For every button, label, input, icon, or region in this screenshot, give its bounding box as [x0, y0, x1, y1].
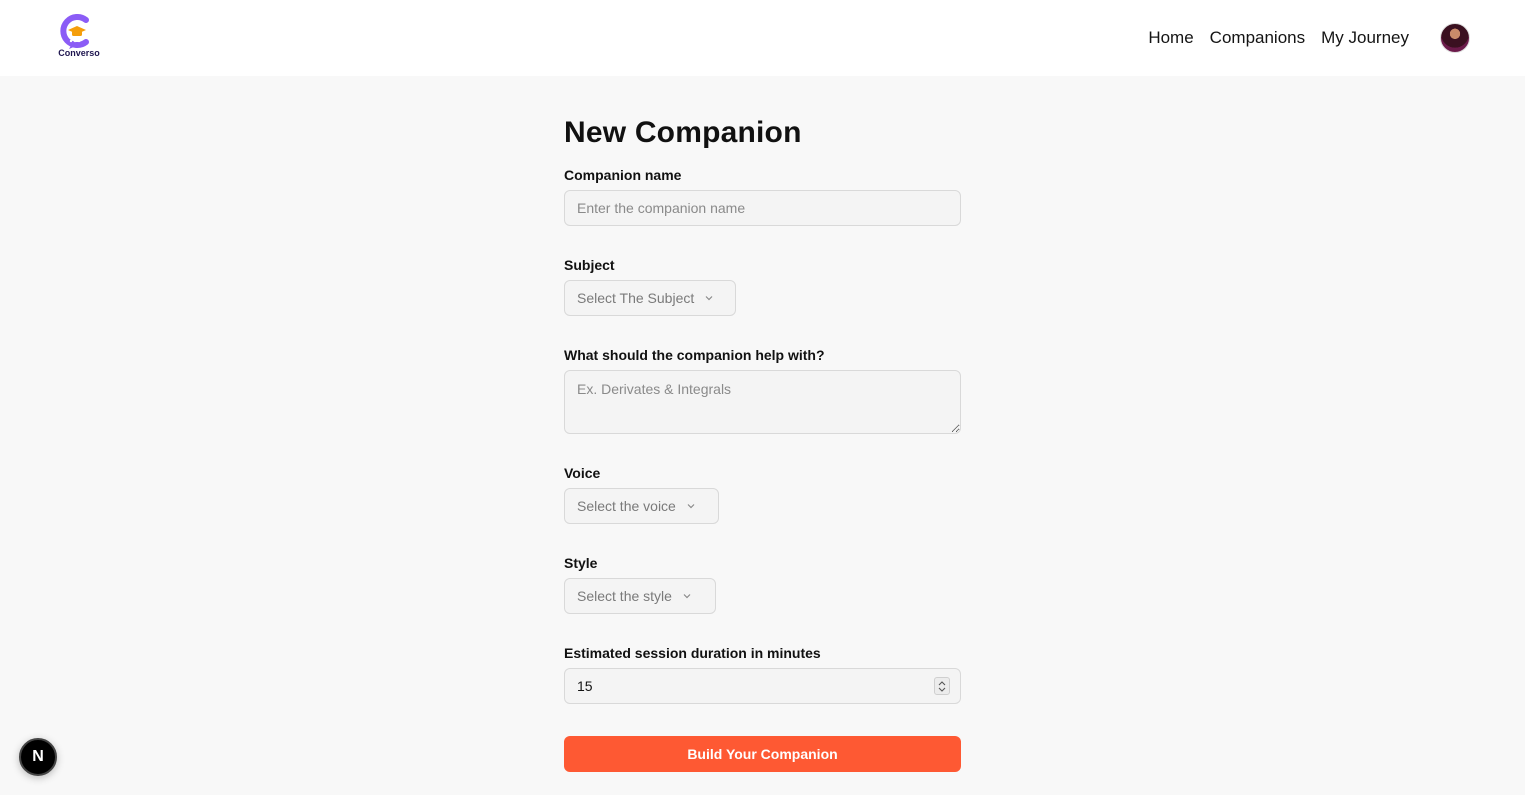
chevron-down-icon[interactable] — [938, 687, 946, 692]
topic-textarea[interactable] — [564, 370, 961, 434]
nav-companions[interactable]: Companions — [1210, 28, 1305, 48]
nav-home[interactable]: Home — [1148, 28, 1193, 48]
new-companion-form: New Companion Companion name Subject Sel… — [564, 112, 961, 772]
companion-name-label: Companion name — [564, 167, 682, 183]
user-avatar[interactable] — [1440, 23, 1470, 53]
voice-select[interactable]: Select the voice — [564, 488, 719, 524]
nextjs-dev-badge[interactable]: N — [19, 738, 57, 776]
n-logo-icon: N — [32, 748, 44, 765]
subject-select[interactable]: Select The Subject — [564, 280, 736, 316]
style-select[interactable]: Select the style — [564, 578, 716, 614]
chevron-down-icon — [705, 296, 713, 301]
voice-select-value: Select the voice — [577, 498, 676, 514]
topic-label: What should the companion help with? — [564, 347, 825, 363]
navbar: Converso Home Companions My Journey — [0, 0, 1525, 76]
nav-my-journey[interactable]: My Journey — [1321, 28, 1409, 48]
style-label: Style — [564, 555, 598, 571]
subject-label: Subject — [564, 257, 615, 273]
companion-name-input[interactable] — [564, 190, 961, 226]
converso-logo[interactable]: Converso — [56, 14, 104, 60]
number-spinner[interactable] — [934, 677, 950, 695]
page-title: New Companion — [564, 116, 802, 149]
chevron-down-icon — [683, 594, 691, 599]
logo-icon — [60, 14, 89, 49]
duration-label: Estimated session duration in minutes — [564, 645, 821, 661]
chevron-up-icon[interactable] — [938, 680, 946, 686]
style-select-value: Select the style — [577, 588, 672, 604]
main-nav: Home Companions My Journey — [1148, 28, 1409, 48]
chevron-down-icon — [687, 504, 695, 509]
duration-input[interactable]: 15 — [564, 668, 961, 704]
build-companion-button[interactable]: Build Your Companion — [564, 736, 961, 772]
subject-select-value: Select The Subject — [577, 290, 695, 306]
duration-value: 15 — [577, 678, 593, 694]
brand-name: Converso — [58, 48, 100, 58]
voice-label: Voice — [564, 465, 601, 481]
